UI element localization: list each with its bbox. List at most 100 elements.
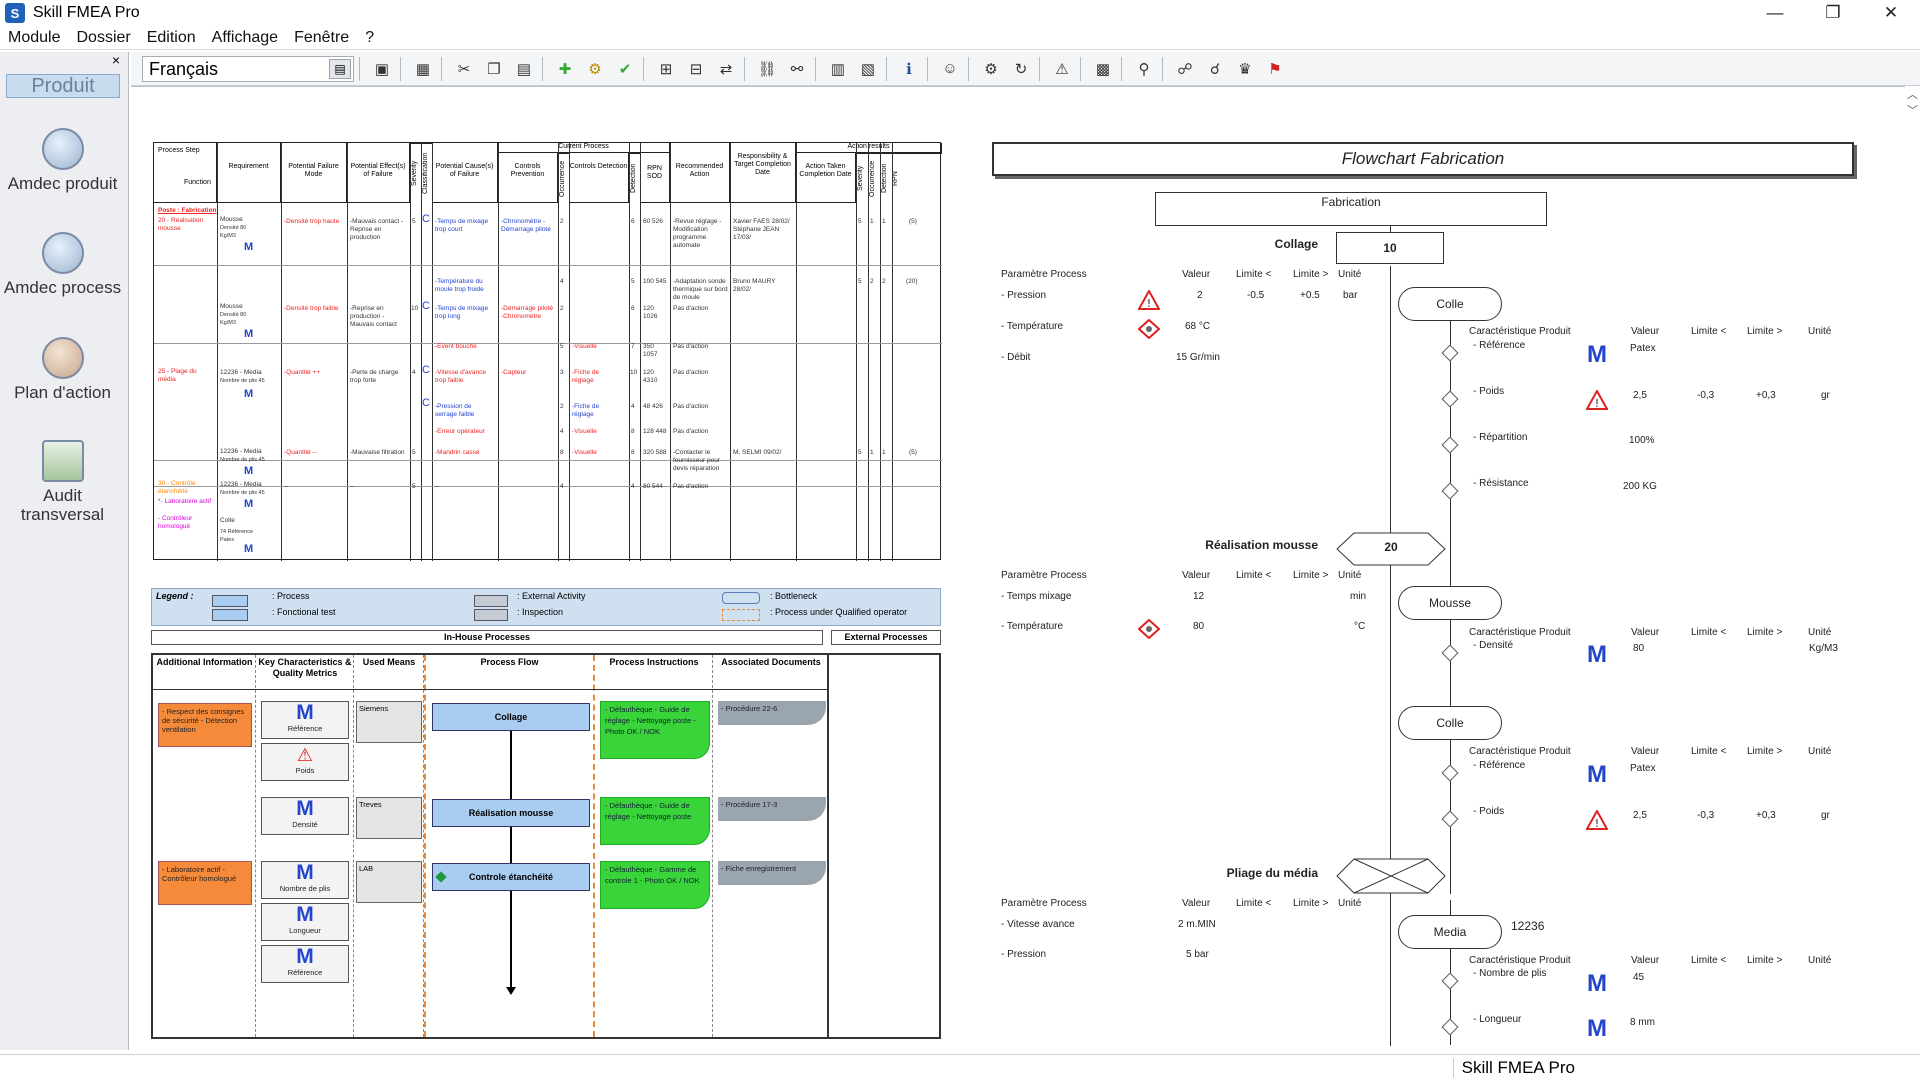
component-mousse[interactable]: Mousse bbox=[1398, 586, 1502, 620]
settings-icon[interactable]: ⚙ bbox=[978, 56, 1004, 82]
restore-button[interactable]: ❐ bbox=[1804, 0, 1862, 26]
header-process-step: Process Step bbox=[158, 147, 200, 154]
menu-module[interactable]: Module bbox=[0, 29, 68, 47]
refresh-icon[interactable]: ↻ bbox=[1008, 56, 1034, 82]
component-colle[interactable]: Colle bbox=[1398, 287, 1502, 321]
metric-m-icon: M bbox=[244, 543, 254, 555]
toolbar-separator bbox=[1080, 56, 1081, 81]
export-icon[interactable]: ▧ bbox=[855, 56, 881, 82]
copy-icon[interactable]: ❐ bbox=[481, 56, 507, 82]
lane-header-divider bbox=[153, 689, 829, 690]
cut-icon[interactable]: ✂ bbox=[451, 56, 477, 82]
save-icon[interactable]: ▣ bbox=[369, 56, 395, 82]
metric-poids[interactable]: ⚠ Poids bbox=[261, 743, 349, 781]
paste-icon[interactable]: ▤ bbox=[511, 56, 537, 82]
users-icon[interactable]: ☺ bbox=[937, 56, 963, 82]
flow-step-collage[interactable]: Collage bbox=[432, 703, 590, 731]
metric-reference[interactable]: M Référence bbox=[261, 701, 349, 739]
hierarchy-alt-icon[interactable]: ☌ bbox=[1202, 56, 1228, 82]
window-title: Skill FMEA Pro bbox=[33, 4, 140, 21]
stage-mousse-number[interactable]: 20 bbox=[1336, 540, 1446, 554]
check-node-icon[interactable]: ✔ bbox=[612, 56, 638, 82]
language-select[interactable]: Français ▤ bbox=[142, 55, 354, 82]
stage-pliage-shape[interactable] bbox=[1336, 858, 1446, 894]
print-icon[interactable]: ▦ bbox=[410, 56, 436, 82]
fmea-step-1: 20 - Réalisation mousse bbox=[158, 217, 204, 232]
document-procedure-17[interactable]: - Procédure 17-3 bbox=[718, 797, 826, 821]
param-value: 5 bar bbox=[1186, 949, 1209, 960]
legend-qualified: : Process under Qualified operator bbox=[770, 607, 908, 617]
fmea-rec-action: -Adaptation sonde thermique sur bord de … bbox=[673, 278, 728, 301]
legend-functional-test: : Fonctional test bbox=[272, 607, 336, 617]
grid-icon[interactable]: ▩ bbox=[1090, 56, 1116, 82]
metric-m-icon: M bbox=[244, 388, 254, 400]
grid-line bbox=[217, 143, 218, 561]
minimize-button[interactable]: — bbox=[1746, 0, 1804, 26]
metric-reference-2[interactable]: M Référence bbox=[261, 945, 349, 983]
fmea-req-2b: Densité 80 Kg/M3 bbox=[220, 312, 247, 326]
document-fiche[interactable]: - Fiche enregistrement bbox=[718, 861, 826, 885]
metric-longueur[interactable]: M Longueur bbox=[261, 903, 349, 941]
menu-fenetre[interactable]: Fenêtre bbox=[286, 29, 357, 47]
close-button[interactable]: ✕ bbox=[1862, 0, 1920, 26]
fmea-result: 5 bbox=[858, 449, 862, 456]
trophy-icon[interactable]: ♛ bbox=[1232, 56, 1258, 82]
fmea-result: 5 bbox=[858, 218, 862, 225]
link-icon[interactable]: ⛓ bbox=[754, 56, 780, 82]
tree-move-icon[interactable]: ⇄ bbox=[713, 56, 739, 82]
warning-icon[interactable]: ⚠ bbox=[1049, 56, 1075, 82]
fmea-result: 1 bbox=[870, 218, 874, 225]
metric-densite[interactable]: M Densité bbox=[261, 797, 349, 835]
report-icon[interactable]: ▥ bbox=[825, 56, 851, 82]
tree-expand-icon[interactable]: ⊞ bbox=[653, 56, 679, 82]
component-colle-2[interactable]: Colle bbox=[1398, 706, 1502, 740]
header-action-taken: Action Taken Completion Date bbox=[796, 153, 856, 203]
fmea-result: (5) bbox=[909, 449, 917, 456]
flag-icon[interactable]: ⚑ bbox=[1262, 56, 1288, 82]
fmea-result: 1 bbox=[882, 218, 886, 225]
tree-collapse-icon[interactable]: ⊟ bbox=[683, 56, 709, 82]
fmea-responsibility: Bruno MAURY 28/02/ bbox=[733, 278, 776, 293]
menu-help[interactable]: ? bbox=[357, 29, 382, 47]
metric-m-icon: M bbox=[1587, 641, 1607, 668]
link-node-icon[interactable]: ⚙ bbox=[582, 56, 608, 82]
char-limit-min: -0,3 bbox=[1697, 810, 1715, 821]
tab-produit[interactable]: Produit bbox=[6, 74, 120, 98]
fmea-cause-2: -Température du moule trop froide bbox=[435, 278, 484, 293]
sidebar-item-amdec-process[interactable]: Amdec process bbox=[0, 232, 125, 297]
document-procedure-22[interactable]: - Procédure 22-6 bbox=[718, 701, 826, 725]
flow-step-controle-etancheite[interactable]: Controle étanchéité bbox=[432, 863, 590, 891]
search-icon[interactable]: ⚲ bbox=[1131, 56, 1157, 82]
flow-step-realisation-mousse[interactable]: Réalisation mousse bbox=[432, 799, 590, 827]
limit-min-header: Limite < bbox=[1236, 570, 1272, 581]
info-icon[interactable]: ℹ bbox=[896, 56, 922, 82]
sidebar-item-amdec-produit[interactable]: Amdec produit bbox=[0, 128, 125, 193]
fmea-req-6: Colle bbox=[220, 517, 235, 524]
fmea-rec-action: Pas d'action bbox=[673, 343, 709, 350]
toolbar-separator bbox=[886, 56, 887, 81]
amdec-process-icon bbox=[41, 232, 84, 274]
menu-edition[interactable]: Edition bbox=[139, 29, 204, 47]
grid-line bbox=[421, 143, 422, 561]
folder-open-icon[interactable]: ▤ bbox=[329, 58, 351, 79]
metric-nombre-plis[interactable]: M Nombre de plis bbox=[261, 861, 349, 899]
panel-close-icon[interactable]: × bbox=[112, 52, 120, 68]
sidebar-item-plan-action[interactable]: Plan d'action bbox=[0, 337, 125, 402]
add-node-icon[interactable]: ✚ bbox=[552, 56, 578, 82]
flowchart-root[interactable]: Fabrication bbox=[1155, 192, 1547, 226]
sidebar-item-audit[interactable]: Audit transversal bbox=[0, 440, 125, 524]
hierarchy-icon[interactable]: ☍ bbox=[1172, 56, 1198, 82]
unlink-icon[interactable]: ⚯ bbox=[784, 56, 810, 82]
fmea-req-1: Mousse bbox=[220, 216, 243, 223]
component-media[interactable]: Media bbox=[1398, 915, 1502, 949]
fmea-cause-9: -- bbox=[435, 483, 440, 490]
fmea-effect-5: -- bbox=[350, 483, 355, 490]
fmea-rpn: 320 588 bbox=[643, 449, 667, 456]
menu-dossier[interactable]: Dossier bbox=[68, 29, 138, 47]
fmea-result: (5) bbox=[909, 218, 917, 225]
vertical-scroll-arrows[interactable]: ︿ ﹀ bbox=[1905, 86, 1920, 126]
stage-collage-number[interactable]: 10 bbox=[1336, 232, 1444, 264]
characteristic-header: Caractéristique Produit bbox=[1469, 627, 1571, 638]
menu-affichage[interactable]: Affichage bbox=[204, 29, 286, 47]
fmea-cause-5: -Vitesse d'avance trop faible bbox=[435, 369, 486, 384]
